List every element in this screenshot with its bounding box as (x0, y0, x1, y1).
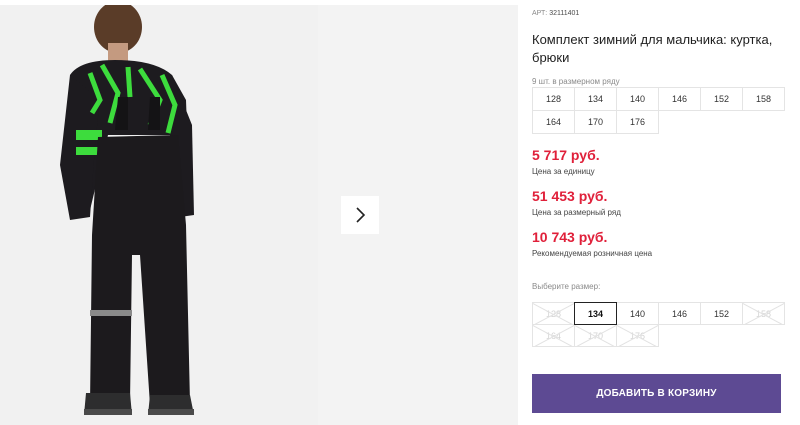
pack-price: 51 453 руб. (532, 188, 608, 204)
pack-size: 146 (658, 87, 701, 111)
size-option[interactable]: 140 (616, 302, 659, 325)
unit-price: 5 717 руб. (532, 147, 600, 163)
add-to-cart-button[interactable]: ДОБАВИТЬ В КОРЗИНУ (532, 374, 781, 413)
size-option-selected[interactable]: 134 (574, 302, 617, 325)
pack-size: 164 (532, 110, 575, 134)
product-photo-frame (0, 5, 318, 425)
pack-price-label: Цена за размерный ряд (532, 208, 621, 217)
product-title: Комплект зимний для мальчика: куртка, бр… (532, 32, 773, 65)
retail-price: 10 743 руб. (532, 229, 608, 245)
pack-note: 9 шт. в размерном ряду (532, 77, 620, 86)
unit-price-label: Цена за единицу (532, 167, 595, 176)
pack-size: 128 (532, 87, 575, 111)
pack-size: 134 (574, 87, 617, 111)
size-picker-label: Выберите размер: (532, 282, 601, 291)
pack-size-grid: 128 134 140 146 152 158 164 170 176 (532, 87, 785, 134)
article-label: АРТ: (532, 10, 548, 17)
pack-size: 152 (700, 87, 743, 111)
product-photo (0, 5, 318, 425)
retail-price-label: Рекомендуемая розничная цена (532, 249, 653, 258)
pack-size: 158 (742, 87, 785, 111)
gallery-next-button[interactable] (341, 196, 379, 234)
size-option-unavailable: 176 (616, 324, 659, 347)
chevron-right-icon (356, 207, 366, 223)
size-option-unavailable: 128 (532, 302, 575, 325)
article-number: АРТ: 32111401 (532, 10, 579, 17)
article-value: 32111401 (549, 10, 580, 17)
pack-size: 170 (574, 110, 617, 134)
size-option[interactable]: 146 (658, 302, 701, 325)
product-page: АРТ: 32111401 Комплект зимний для мальчи… (0, 0, 800, 425)
pack-size: 176 (616, 110, 659, 134)
size-option-unavailable: 170 (574, 324, 617, 347)
size-option[interactable]: 152 (700, 302, 743, 325)
size-picker: 128 134 140 146 152 158 164 170 176 (532, 302, 785, 347)
pack-size: 140 (616, 87, 659, 111)
size-option-unavailable: 164 (532, 324, 575, 347)
size-option-unavailable: 158 (742, 302, 785, 325)
